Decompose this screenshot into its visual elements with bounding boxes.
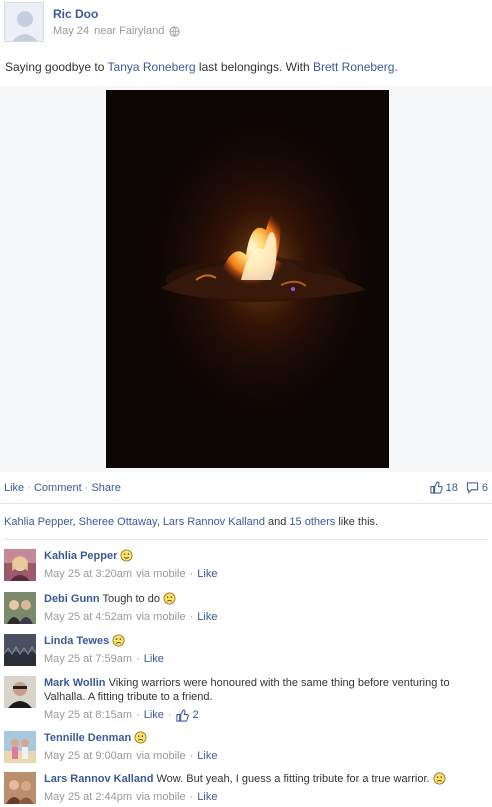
- comment-like-link[interactable]: Like: [197, 790, 217, 804]
- sad-face-icon: [134, 731, 147, 744]
- liker-link[interactable]: Kahlia Pepper: [4, 516, 73, 528]
- comment-time[interactable]: May 25 at 4:52am: [44, 610, 132, 624]
- post-message: Saying goodbye to Tanya Roneberg last be…: [5, 60, 398, 74]
- with-person-link[interactable]: Brett Roneberg: [313, 60, 394, 74]
- commenter-avatar[interactable]: [4, 731, 36, 763]
- comment-like-link[interactable]: Like: [144, 652, 164, 666]
- post-actions: Like · Comment · Share 18 6: [0, 472, 492, 504]
- comment-count[interactable]: 6: [482, 482, 488, 494]
- commenter-name[interactable]: Linda Tewes: [44, 635, 109, 647]
- comment-like-link[interactable]: Like: [197, 749, 217, 763]
- comment-time[interactable]: May 25 at 9:00am: [44, 749, 132, 763]
- sad-face-icon: [163, 592, 176, 605]
- tagged-person-link[interactable]: Tanya Roneberg: [108, 60, 196, 74]
- post-location[interactable]: Fairyland: [119, 25, 164, 37]
- action-links: Like · Comment · Share: [4, 482, 121, 494]
- action-counts: 18 6: [430, 481, 488, 494]
- sad-face-icon: [112, 634, 125, 647]
- divider: [4, 539, 488, 540]
- liker-link[interactable]: Lars Rannov Kalland: [163, 516, 265, 528]
- comment-time[interactable]: May 25 at 3:20am: [44, 567, 132, 581]
- liker-link[interactable]: Sheree Ottaway: [79, 516, 157, 528]
- default-avatar-icon: [5, 3, 43, 41]
- others-likes-link[interactable]: 15 others: [289, 516, 335, 528]
- bonfire-photo[interactable]: [106, 90, 389, 468]
- post-date[interactable]: May 24: [53, 25, 89, 37]
- commenter-name[interactable]: Debi Gunn: [44, 593, 100, 605]
- comment-like-link[interactable]: Like: [197, 567, 217, 581]
- sad-face-icon: [433, 772, 446, 785]
- post-author[interactable]: Ric Doo: [53, 7, 98, 21]
- post-header: Ric Doo May 24 near Fairyland: [0, 0, 492, 50]
- commenter-avatar[interactable]: [4, 634, 36, 666]
- photo-container: [0, 86, 492, 472]
- commenter-avatar[interactable]: [4, 676, 36, 708]
- thumbs-up-icon[interactable]: [430, 481, 443, 494]
- commenter-avatar[interactable]: [4, 772, 36, 804]
- likes-summary: Kahlia Pepper, Sheree Ottaway, Lars Rann…: [4, 516, 379, 528]
- comment-time[interactable]: May 25 at 8:15am: [44, 708, 132, 722]
- like-link[interactable]: Like: [4, 482, 24, 494]
- post-location-prefix: near: [94, 25, 117, 37]
- commenter-avatar[interactable]: [4, 592, 36, 624]
- share-link[interactable]: Share: [91, 482, 120, 494]
- comment-text: Wow. But yeah, I guess a fitting tribute…: [156, 773, 430, 785]
- author-avatar[interactable]: [4, 2, 44, 42]
- comment-like-link[interactable]: Like: [144, 708, 164, 722]
- post-meta: May 24 near Fairyland: [53, 25, 180, 37]
- commenter-name[interactable]: Tennille Denman: [44, 732, 131, 744]
- commenter-avatar[interactable]: [4, 549, 36, 581]
- comment-like-count[interactable]: 2: [193, 708, 199, 722]
- comment-bubble-icon[interactable]: [466, 481, 479, 494]
- commenter-name[interactable]: Mark Wollin: [44, 677, 106, 689]
- comment-text: Tough to do: [102, 593, 160, 605]
- thumbs-up-icon[interactable]: [176, 708, 189, 722]
- commenter-name[interactable]: Lars Rannov Kalland: [44, 773, 153, 785]
- comment-link[interactable]: Comment: [34, 482, 82, 494]
- commenter-name[interactable]: Kahlia Pepper: [44, 550, 117, 562]
- like-count[interactable]: 18: [446, 482, 458, 494]
- smiley-icon: [120, 549, 133, 562]
- globe-icon[interactable]: [169, 25, 180, 37]
- comment-time[interactable]: May 25 at 7:59am: [44, 652, 132, 666]
- comment-like-link[interactable]: Like: [197, 610, 217, 624]
- comment-time[interactable]: May 25 at 2:44pm: [44, 790, 132, 804]
